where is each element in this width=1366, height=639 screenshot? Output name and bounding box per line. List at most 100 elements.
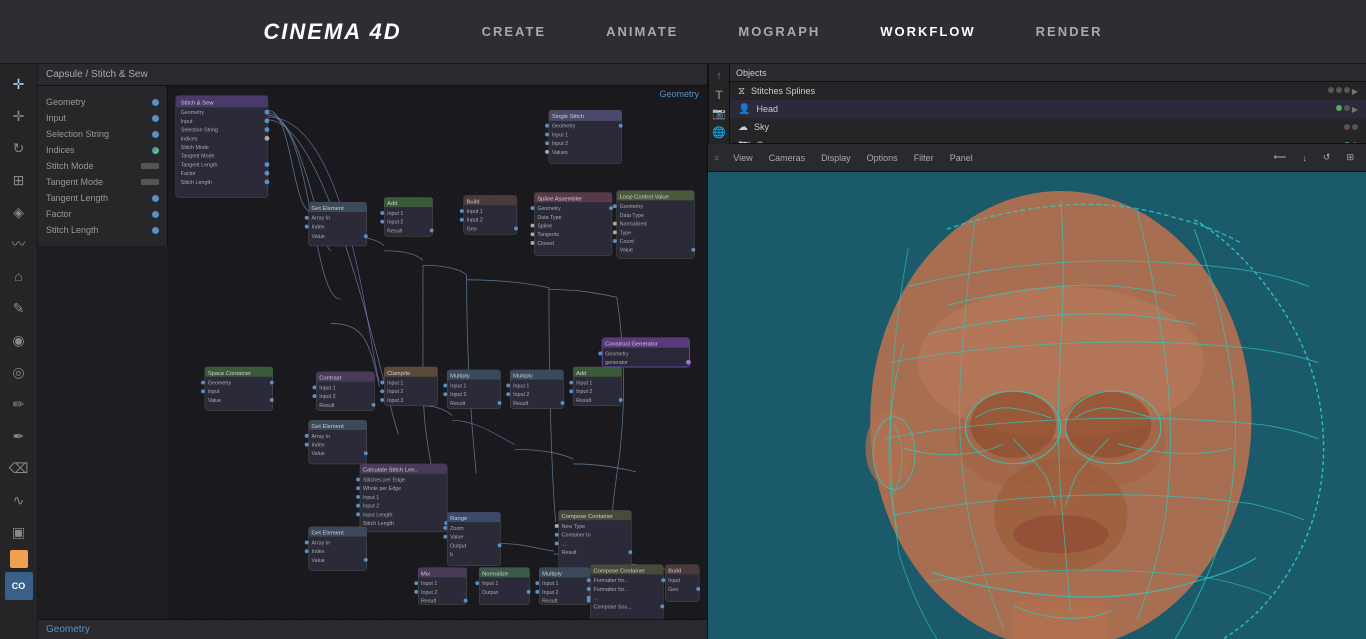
- object-item-stitches[interactable]: ⧖ Stitches Splines ▶: [730, 82, 1366, 100]
- svg-text:Input 2: Input 2: [576, 389, 592, 395]
- svg-text:Values: Values: [552, 150, 568, 156]
- svg-text:Formatter for...: Formatter for...: [594, 578, 629, 584]
- tool-paint[interactable]: ✎: [5, 294, 33, 322]
- nav-render[interactable]: RENDER: [1036, 24, 1103, 39]
- svg-text:Result: Result: [542, 599, 558, 605]
- nav-create[interactable]: CREATE: [482, 24, 546, 39]
- tool-color[interactable]: [10, 550, 28, 568]
- vp-panel[interactable]: Panel: [944, 151, 979, 165]
- tool-select[interactable]: ✛: [5, 70, 33, 98]
- svg-text:Spline: Spline: [537, 223, 552, 229]
- svg-text:Geometry: Geometry: [605, 351, 629, 357]
- main-area: ✛ ✛ ↻ ⊞ ◈ 〰 ⌂ ✎ ◉ ◎ ✏ ✒ ⌫ ∿ ▣ CO Capsule…: [0, 64, 1366, 639]
- vp-cameras[interactable]: Cameras: [763, 151, 812, 165]
- dot1: [1344, 124, 1350, 130]
- svg-text:generator: generator: [605, 360, 628, 366]
- vp-icon1[interactable]: ⟵: [1268, 150, 1293, 165]
- stitches-label: Stitches Splines: [751, 86, 815, 96]
- svg-text:Clamp/te: Clamp/te: [387, 371, 410, 377]
- svg-text:Geometry: Geometry: [552, 124, 576, 130]
- vp-view[interactable]: View: [727, 151, 758, 165]
- dot2: [1336, 87, 1342, 93]
- svg-text:Output: Output: [450, 543, 467, 549]
- node-graph-svg: Stitch & Sew Geometry Input Selection St…: [168, 86, 707, 619]
- tool-move[interactable]: ✛: [5, 102, 33, 130]
- svg-text:Stitch & Sew: Stitch & Sew: [181, 100, 215, 106]
- tool-polygon[interactable]: ◈: [5, 198, 33, 226]
- nav-workflow[interactable]: WORKFLOW: [880, 24, 975, 39]
- tool-eraser[interactable]: ⌫: [5, 454, 33, 482]
- prop-dot-stitch-length: [152, 227, 159, 234]
- prop-stitch-length: Stitch Length: [38, 222, 167, 238]
- hamburger-icon[interactable]: ≡: [714, 153, 719, 163]
- svg-text:b: b: [450, 552, 453, 558]
- vp-filter[interactable]: Filter: [908, 151, 940, 165]
- node-editor-panel: Capsule / Stitch & Sew Geometry Input Se…: [38, 64, 708, 639]
- object-item-sky[interactable]: ☁ Sky: [730, 118, 1366, 136]
- tool-scale[interactable]: ⊞: [5, 166, 33, 194]
- svg-text:Data Type: Data Type: [620, 213, 644, 219]
- dot1: [1328, 87, 1334, 93]
- svg-text:Normalized: Normalized: [620, 222, 647, 228]
- vp-icon3[interactable]: ↺: [1317, 150, 1337, 165]
- nav-animate[interactable]: ANIMATE: [606, 24, 678, 39]
- tool-sculpt[interactable]: ◉: [5, 326, 33, 354]
- svg-text:Compose Container: Compose Container: [594, 568, 646, 574]
- object-item-camera[interactable]: 📷 Camera: [730, 136, 1366, 144]
- tool-eye[interactable]: ◎: [5, 358, 33, 386]
- svg-text:Whole per Edge: Whole per Edge: [363, 486, 401, 492]
- tool-brush[interactable]: ⌂: [5, 262, 33, 290]
- 3d-viewport[interactable]: [708, 172, 1366, 639]
- head-icon: 👤: [738, 104, 750, 115]
- svg-text:Value: Value: [450, 535, 463, 541]
- svg-text:Single Stitch: Single Stitch: [552, 114, 584, 120]
- svg-text:Input 2: Input 2: [421, 590, 437, 596]
- side-icon-t[interactable]: T: [710, 87, 728, 103]
- svg-text:...: ...: [562, 541, 566, 547]
- svg-text:Value: Value: [312, 451, 325, 457]
- prop-bar-tangent-mode: [141, 179, 159, 185]
- side-icon-globe[interactable]: 🌐: [710, 124, 728, 140]
- svg-text:Multiply: Multiply: [542, 571, 562, 577]
- svg-text:Result: Result: [562, 550, 578, 556]
- tool-smear[interactable]: ∿: [5, 486, 33, 514]
- side-icon-arrow[interactable]: ↑: [710, 68, 728, 84]
- tool-spline[interactable]: 〰: [5, 230, 33, 258]
- tool-pen[interactable]: ✒: [5, 422, 33, 450]
- expand-icon: ▶: [1352, 87, 1358, 96]
- object-item-head[interactable]: 👤 Head ▶: [730, 100, 1366, 118]
- svg-text:Array In: Array In: [312, 216, 331, 222]
- svg-text:New Type: New Type: [562, 524, 586, 530]
- vp-icon4[interactable]: ⊞: [1340, 150, 1360, 165]
- nav-mograph[interactable]: MOGRAPH: [738, 24, 820, 39]
- vp-icon2[interactable]: ↓: [1296, 151, 1313, 165]
- dot1: [1336, 105, 1342, 111]
- tool-rotate[interactable]: ↻: [5, 134, 33, 162]
- dot3: [1344, 87, 1350, 93]
- object-list-title: Objects: [736, 68, 767, 78]
- prop-geometry: Geometry: [38, 94, 167, 110]
- svg-text:Index: Index: [312, 549, 325, 555]
- prop-dot-selection: [152, 131, 159, 138]
- tool-pencil[interactable]: ✏: [5, 390, 33, 418]
- prop-dot-tangent-length: [152, 195, 159, 202]
- vp-options[interactable]: Options: [861, 151, 904, 165]
- side-icon-camera[interactable]: 📷: [710, 106, 728, 122]
- svg-text:Index: Index: [312, 443, 325, 449]
- svg-text:Geometry: Geometry: [620, 204, 644, 210]
- dot2: [1352, 124, 1358, 130]
- tool-logo[interactable]: CO: [5, 572, 33, 600]
- svg-text:Count: Count: [620, 239, 635, 245]
- svg-text:Input 2: Input 2: [387, 220, 403, 226]
- svg-text:Geometry: Geometry: [208, 380, 232, 386]
- svg-text:Value: Value: [208, 398, 221, 404]
- tool-fill[interactable]: ▣: [5, 518, 33, 546]
- svg-text:Tangent Length: Tangent Length: [181, 162, 218, 168]
- prop-dot-factor: [152, 211, 159, 218]
- prop-tangent-mode: Tangent Mode: [38, 174, 167, 190]
- svg-text:Factor: Factor: [181, 171, 196, 177]
- properties-panel: Geometry Input Selection String Indices …: [38, 86, 168, 246]
- vp-display[interactable]: Display: [815, 151, 857, 165]
- svg-text:Calculate Stitch Len..: Calculate Stitch Len..: [363, 468, 418, 474]
- node-canvas[interactable]: Stitch & Sew Geometry Input Selection St…: [168, 86, 707, 619]
